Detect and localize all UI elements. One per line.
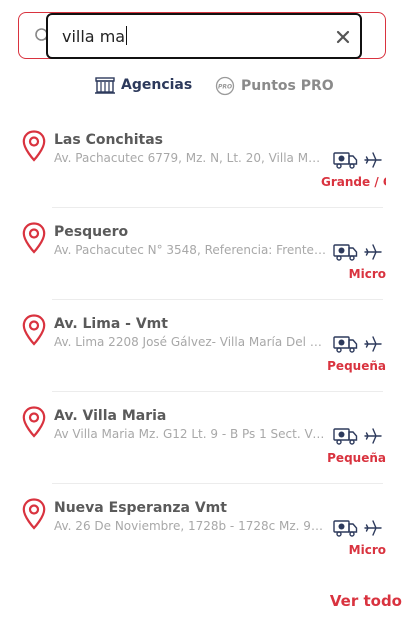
plane-icon <box>364 244 382 260</box>
agency-size: Pequeña <box>327 451 386 465</box>
agency-name: Av. Villa Maria <box>54 408 167 424</box>
truck-icon <box>333 428 358 445</box>
map-pin-icon <box>22 222 46 254</box>
agency-name: Las Conchitas <box>54 132 163 148</box>
plane-icon <box>364 152 382 168</box>
plane-icon <box>364 520 382 536</box>
map-pin-icon <box>22 406 46 438</box>
map-pin-icon <box>22 498 46 530</box>
agency-size: Micro <box>348 543 386 557</box>
plane-icon <box>364 428 382 444</box>
tab-puntos-pro-label: Puntos PRO <box>241 78 334 94</box>
search-input[interactable]: villa ma <box>62 26 128 46</box>
list-item[interactable]: Av. Villa Maria Av Villa Maria Mz. G12 L… <box>0 392 407 484</box>
search-value: villa ma <box>62 27 126 46</box>
agency-address: Av. Pachacutec 6779, Mz. N, Lt. 20, Vill… <box>54 151 326 165</box>
agency-name: Nueva Esperanza Vmt <box>54 500 227 516</box>
agency-address: Av. 26 De Noviembre, 1728b - 1728c Mz. 9… <box>54 519 326 533</box>
location-type-tabs: Agencias PRO Puntos PRO <box>0 76 407 98</box>
truck-icon <box>333 520 358 537</box>
agency-address: Av Villa Maria Mz. G12 Lt. 9 - B Ps 1 Se… <box>54 427 326 441</box>
truck-icon <box>333 336 358 353</box>
plane-icon <box>364 336 382 352</box>
text-caret <box>126 26 128 45</box>
map-pin-icon <box>22 314 46 346</box>
truck-icon <box>333 152 358 169</box>
tab-agencias-label: Agencias <box>121 77 193 93</box>
agency-name: Pesquero <box>54 224 129 240</box>
pro-badge-icon: PRO <box>215 76 235 96</box>
list-item[interactable]: Las Conchitas Av. Pachacutec 6779, Mz. N… <box>0 116 407 208</box>
agency-size: Pequeña <box>327 359 386 373</box>
agency-size: Grande / Co <box>321 175 386 189</box>
tab-puntos-pro[interactable]: PRO Puntos PRO <box>215 76 334 96</box>
tab-agencias[interactable]: Agencias <box>95 76 192 94</box>
ver-todo-link[interactable]: Ver todo <box>330 592 402 610</box>
agency-name: Av. Lima - Vmt <box>54 316 168 332</box>
agency-size: Micro <box>348 267 386 281</box>
svg-text:PRO: PRO <box>218 84 232 91</box>
agency-address: Av. Lima 2208 José Gálvez- Villa María D… <box>54 335 326 349</box>
list-item[interactable]: Av. Lima - Vmt Av. Lima 2208 José Gálvez… <box>0 300 407 392</box>
search-field[interactable]: villa ma <box>46 13 362 59</box>
list-item[interactable]: Nueva Esperanza Vmt Av. 26 De Noviembre,… <box>0 484 407 576</box>
list-item[interactable]: Pesquero Av. Pachacutec N° 3548, Referen… <box>0 208 407 300</box>
map-pin-icon <box>22 130 46 162</box>
building-icon <box>95 77 115 94</box>
truck-icon <box>333 244 358 261</box>
close-icon[interactable] <box>335 29 351 45</box>
agency-address: Av. Pachacutec N° 3548, Referencia: Fren… <box>54 243 326 257</box>
